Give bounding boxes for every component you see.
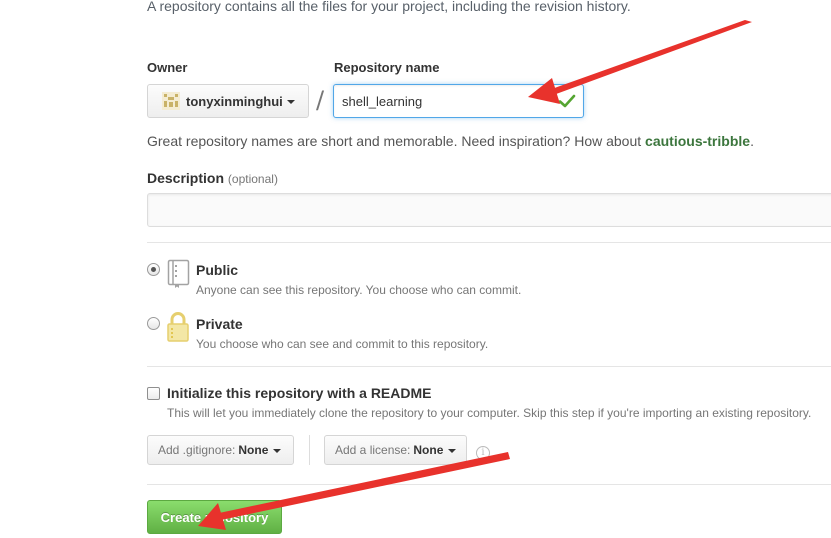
description-label-text: Description — [147, 170, 225, 186]
readme-note: This will let you immediately clone the … — [167, 406, 812, 420]
owner-avatar-icon — [162, 92, 180, 110]
public-title: Public — [196, 262, 239, 278]
description-label: Description (optional) — [147, 170, 278, 186]
select-divider — [309, 435, 310, 465]
private-radio[interactable] — [147, 317, 160, 330]
owner-repo-separator: / — [316, 86, 325, 114]
create-repository-button[interactable]: Create repository — [147, 500, 282, 534]
check-icon — [558, 94, 576, 108]
repo-book-icon — [167, 259, 190, 288]
chevron-down-icon — [448, 449, 457, 453]
description-input[interactable] — [147, 193, 831, 227]
repo-name-label: Repository name — [334, 60, 440, 75]
owner-label: Owner — [147, 60, 188, 75]
private-title: Private — [196, 316, 243, 332]
name-hint: Great repository names are short and mem… — [147, 133, 754, 149]
gitignore-label: Add .gitignore: — [158, 443, 236, 457]
name-suggestion-link[interactable]: cautious-tribble — [645, 133, 750, 149]
license-select[interactable]: Add a license: None — [324, 435, 467, 465]
chevron-down-icon — [273, 449, 282, 453]
description-optional: (optional) — [227, 172, 278, 186]
owner-name: tonyxinminghui — [186, 93, 283, 109]
gitignore-value: None — [238, 443, 269, 457]
lock-icon — [167, 312, 189, 342]
readme-checkbox[interactable] — [147, 387, 160, 400]
owner-select[interactable]: tonyxinminghui — [147, 84, 309, 118]
divider — [147, 484, 831, 485]
info-icon[interactable]: i — [476, 446, 490, 460]
public-note: Anyone can see this repository. You choo… — [196, 283, 522, 297]
license-label: Add a license: — [335, 443, 411, 457]
divider — [147, 242, 831, 243]
license-value: None — [413, 443, 444, 457]
repo-name-input[interactable] — [333, 84, 584, 118]
name-hint-text: Great repository names are short and mem… — [147, 133, 646, 149]
public-radio[interactable] — [147, 263, 160, 276]
divider — [147, 366, 831, 367]
gitignore-select[interactable]: Add .gitignore: None — [147, 435, 294, 465]
chevron-down-icon — [286, 100, 295, 104]
private-note: You choose who can see and commit to thi… — [196, 337, 489, 351]
name-hint-end: . — [750, 133, 754, 149]
readme-title: Initialize this repository with a README — [167, 385, 432, 401]
intro-text: A repository contains all the files for … — [147, 0, 631, 14]
